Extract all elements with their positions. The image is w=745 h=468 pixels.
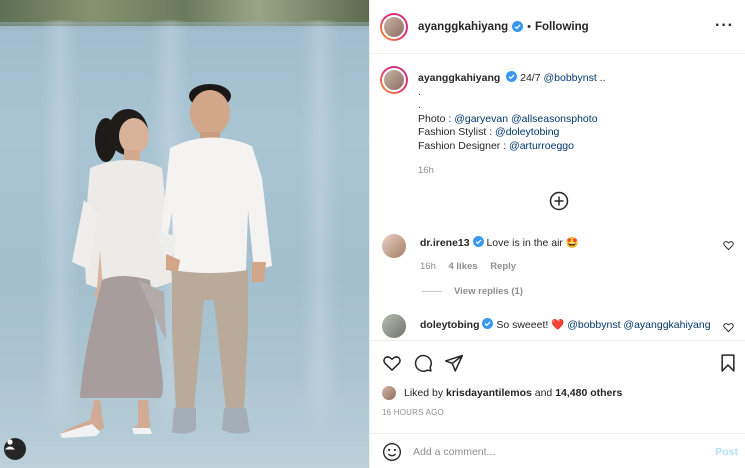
caption-avatar[interactable] bbox=[380, 66, 408, 94]
more-options-icon[interactable]: ··· bbox=[715, 18, 734, 34]
liker-avatar[interactable] bbox=[382, 386, 396, 400]
mention-link[interactable]: @doleytobing bbox=[495, 126, 559, 138]
reply-button[interactable]: Reply bbox=[490, 261, 516, 272]
separator-dot: • bbox=[527, 20, 531, 33]
post-details-panel: ayanggkahiyang • Following ··· ayanggkah… bbox=[369, 0, 745, 468]
commenter-avatar[interactable] bbox=[382, 234, 406, 258]
comment-timestamp[interactable]: 16h bbox=[420, 261, 436, 272]
commenter-username[interactable]: dr.irene13 bbox=[420, 237, 470, 249]
add-comment-bar: Post bbox=[370, 433, 745, 468]
load-more-comments-icon[interactable] bbox=[549, 191, 569, 211]
star-struck-emoji: 🤩 bbox=[565, 237, 579, 249]
save-bookmark-icon[interactable] bbox=[718, 353, 738, 373]
post-photo[interactable] bbox=[0, 0, 369, 468]
post-caption: ayanggkahiyang 24/7 @bobbynst .. . . Pho… bbox=[380, 66, 736, 177]
comment-likes-count[interactable]: 4 likes bbox=[449, 261, 478, 272]
mention-link[interactable]: @garyevan bbox=[454, 113, 508, 125]
commenter-username[interactable]: doleytobing bbox=[420, 319, 480, 331]
caption-username[interactable]: ayanggkahiyang bbox=[418, 72, 500, 84]
tagged-users-icon[interactable] bbox=[4, 438, 26, 460]
comment-item: dr.irene13 Love is in the air 🤩 16h 4 li… bbox=[382, 234, 734, 273]
verified-badge-icon bbox=[512, 21, 524, 32]
like-comment-heart-icon[interactable] bbox=[723, 240, 734, 251]
mention-link[interactable]: @allseasonsphoto bbox=[511, 113, 598, 125]
commenter-avatar[interactable] bbox=[382, 314, 406, 338]
comment-bubble-icon[interactable] bbox=[413, 353, 433, 373]
mention-link[interactable]: @bobbynst bbox=[567, 319, 620, 331]
author-avatar[interactable] bbox=[380, 12, 408, 41]
comment-item: doleytobing So sweeet! ❤️ @bobbynst @aya… bbox=[382, 314, 734, 338]
caption-text: ayanggkahiyang 24/7 @bobbynst .. . . Pho… bbox=[418, 71, 606, 178]
post-actions-section: Liked by krisdayantilemos and 14,480 oth… bbox=[370, 340, 745, 468]
comment-input[interactable] bbox=[413, 445, 693, 458]
post-comment-button[interactable]: Post bbox=[715, 446, 738, 458]
following-button[interactable]: Following bbox=[535, 21, 589, 33]
verified-badge-icon bbox=[482, 318, 494, 329]
author-username[interactable]: ayanggkahiyang bbox=[418, 21, 508, 33]
like-heart-icon[interactable] bbox=[382, 353, 402, 373]
comment-text: So sweeet! bbox=[496, 319, 549, 331]
verified-badge-icon bbox=[472, 236, 484, 247]
mention-link[interactable]: @bobbynst bbox=[543, 72, 596, 84]
likes-summary: Liked by krisdayantilemos and 14,480 oth… bbox=[382, 386, 622, 400]
others-likes-link[interactable]: 14,480 others bbox=[555, 387, 622, 399]
comment-text: Love is in the air bbox=[486, 237, 563, 249]
liker-username[interactable]: krisdayantilemos bbox=[446, 387, 532, 399]
post-timestamp[interactable]: 16 HOURS AGO bbox=[382, 408, 444, 417]
red-heart-emoji: ❤️ bbox=[551, 319, 565, 331]
like-comment-heart-icon[interactable] bbox=[723, 322, 734, 333]
view-replies-button[interactable]: View replies (1) bbox=[422, 286, 523, 297]
instagram-post-modal: ayanggkahiyang • Following ··· ayanggkah… bbox=[0, 0, 745, 468]
couple-illustration bbox=[60, 84, 272, 438]
mention-link[interactable]: @ayanggkahiyang bbox=[623, 319, 710, 331]
emoji-smiley-icon[interactable] bbox=[382, 442, 402, 462]
post-header: ayanggkahiyang • Following ··· bbox=[370, 0, 745, 54]
verified-badge-icon bbox=[506, 71, 518, 82]
share-paper-plane-icon[interactable] bbox=[444, 353, 464, 373]
caption-timestamp[interactable]: 16h bbox=[418, 164, 606, 178]
mention-link[interactable]: @arturroeggo bbox=[509, 140, 574, 152]
